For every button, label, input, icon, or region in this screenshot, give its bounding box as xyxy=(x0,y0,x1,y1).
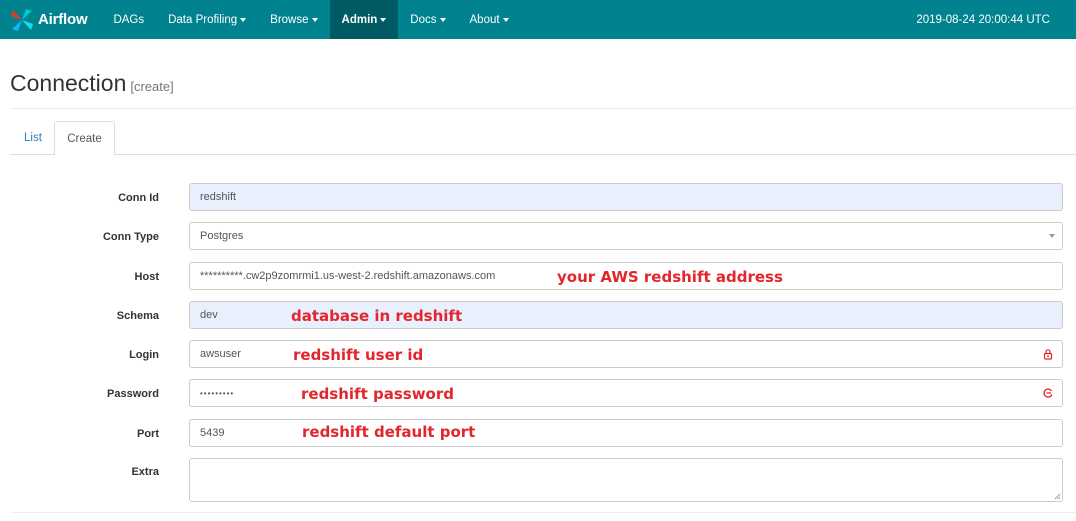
tab-bar: List Create xyxy=(10,121,1076,156)
password-manager-icon[interactable] xyxy=(1042,387,1054,399)
host-label: Host xyxy=(134,271,159,283)
extra-label: Extra xyxy=(131,466,159,478)
airflow-logo-icon xyxy=(11,8,33,31)
password-annotation: redshift password xyxy=(301,385,454,403)
top-navbar: Airflow DAGs Data Profiling Browse Admin… xyxy=(0,0,1076,39)
nav-admin[interactable]: Admin xyxy=(329,0,399,39)
page-title: Connection [create] xyxy=(10,70,174,97)
tab-create[interactable]: Create xyxy=(54,121,115,156)
caret-down-icon xyxy=(439,17,446,22)
port-label: Port xyxy=(137,428,159,440)
tab-list[interactable]: List xyxy=(12,121,54,155)
nav-about[interactable]: About xyxy=(458,0,521,39)
login-label: Login xyxy=(129,349,159,361)
login-annotation: redshift user id xyxy=(293,346,424,364)
lock-icon[interactable] xyxy=(1042,348,1054,360)
schema-annotation: database in redshift xyxy=(291,307,463,325)
nav-dags[interactable]: DAGs xyxy=(101,0,156,39)
chevron-down-icon xyxy=(1049,234,1055,238)
caret-down-icon xyxy=(380,17,387,22)
airflow-brand[interactable]: Airflow xyxy=(0,0,101,39)
server-clock: 2019-08-24 20:00:44 UTC xyxy=(916,13,1050,26)
nav-docs[interactable]: Docs xyxy=(398,0,457,39)
extra-textarea[interactable] xyxy=(189,458,1063,502)
schema-label: Schema xyxy=(116,310,159,322)
page-subtitle: [create] xyxy=(130,79,174,94)
conn-id-input[interactable]: redshift xyxy=(189,183,1063,211)
conn-type-label: Conn Type xyxy=(102,231,159,243)
port-annotation: redshift default port xyxy=(302,423,476,441)
nav-data-profiling[interactable]: Data Profiling xyxy=(156,0,258,39)
nav-browse[interactable]: Browse xyxy=(258,0,329,39)
caret-down-icon xyxy=(240,17,247,22)
header-divider xyxy=(10,108,1076,109)
page-title-text: Connection xyxy=(10,70,127,96)
caret-down-icon xyxy=(502,17,509,22)
conn-type-select[interactable]: Postgres xyxy=(189,222,1063,250)
conn-id-label: Conn Id xyxy=(118,192,159,204)
host-annotation: your AWS redshift address xyxy=(557,268,783,286)
form-bottom-divider xyxy=(10,512,1076,513)
caret-down-icon xyxy=(311,17,318,22)
brand-name: Airflow xyxy=(38,11,88,28)
resize-handle-icon[interactable] xyxy=(1053,492,1061,500)
password-label: Password xyxy=(107,388,159,400)
